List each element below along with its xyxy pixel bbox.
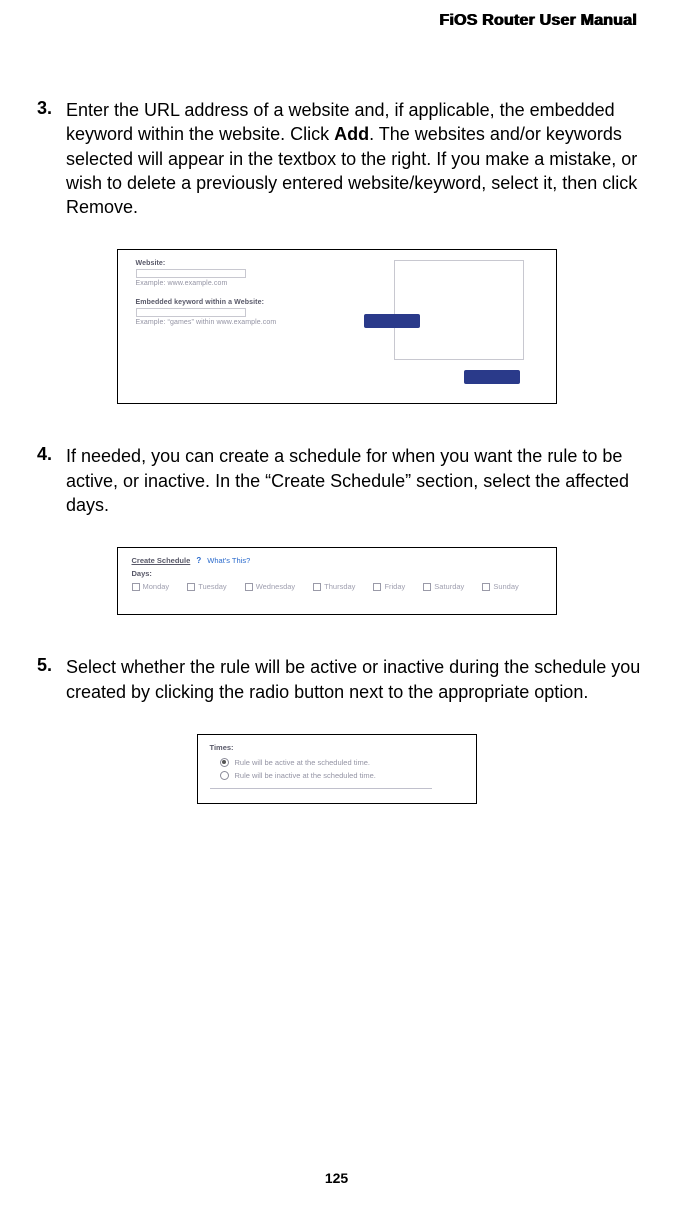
step-5: 5. Select whether the rule will be activ… <box>30 655 643 704</box>
checkbox-icon <box>132 583 140 591</box>
day-thursday[interactable]: Thursday <box>313 582 355 591</box>
day-wednesday[interactable]: Wednesday <box>245 582 295 591</box>
option-active[interactable]: Rule will be active at the scheduled tim… <box>220 758 466 767</box>
remove-button[interactable] <box>464 370 520 384</box>
instruction-list: 3. Enter the URL address of a website an… <box>30 98 643 804</box>
figure-create-schedule: Create Schedule ? What's This? Days: Mon… <box>117 547 557 615</box>
day-friday[interactable]: Friday <box>373 582 405 591</box>
checkbox-icon <box>373 583 381 591</box>
page-header: FiOS Router User Manual <box>30 12 643 30</box>
fig1-left-panel: Website: Example: www.example.com Embedd… <box>136 260 384 395</box>
figure-website-keyword: Website: Example: www.example.com Embedd… <box>117 249 557 404</box>
step-3-bold: Add <box>334 124 369 144</box>
help-icon[interactable]: ? <box>194 556 203 565</box>
day-label: Sunday <box>493 582 518 591</box>
day-saturday[interactable]: Saturday <box>423 582 464 591</box>
option-inactive[interactable]: Rule will be inactive at the scheduled t… <box>220 771 466 780</box>
option-inactive-label: Rule will be inactive at the scheduled t… <box>235 771 376 780</box>
add-button[interactable] <box>364 314 420 328</box>
day-sunday[interactable]: Sunday <box>482 582 518 591</box>
times-label: Times: <box>210 743 466 752</box>
day-label: Friday <box>384 582 405 591</box>
step-number: 4. <box>30 444 52 517</box>
day-label: Thursday <box>324 582 355 591</box>
day-label: Tuesday <box>198 582 227 591</box>
step-4: 4. If needed, you can create a schedule … <box>30 444 643 517</box>
keyword-input[interactable] <box>136 308 246 317</box>
website-label: Website: <box>136 260 384 267</box>
keyword-hint: Example: “games” within www.example.com <box>136 319 384 326</box>
step-number: 5. <box>30 655 52 704</box>
checkbox-icon <box>313 583 321 591</box>
checkbox-icon <box>482 583 490 591</box>
radio-icon <box>220 758 229 767</box>
day-label: Monday <box>143 582 170 591</box>
step-number: 3. <box>30 98 52 219</box>
step-text: Select whether the rule will be active o… <box>66 655 643 704</box>
day-monday[interactable]: Monday <box>132 582 170 591</box>
step-text: Enter the URL address of a website and, … <box>66 98 643 219</box>
selected-list[interactable] <box>394 260 524 360</box>
day-label: Wednesday <box>256 582 295 591</box>
divider <box>210 788 433 789</box>
schedule-title: Create Schedule <box>132 556 191 565</box>
days-row: Monday Tuesday Wednesday Thursday Friday… <box>132 582 546 591</box>
checkbox-icon <box>423 583 431 591</box>
option-active-label: Rule will be active at the scheduled tim… <box>235 758 371 767</box>
step-3: 3. Enter the URL address of a website an… <box>30 98 643 219</box>
step-text: If needed, you can create a schedule for… <box>66 444 643 517</box>
website-hint: Example: www.example.com <box>136 280 384 287</box>
keyword-label: Embedded keyword within a Website: <box>136 299 384 306</box>
page-number: 125 <box>0 1170 673 1186</box>
website-input[interactable] <box>136 269 246 278</box>
keyword-section: Embedded keyword within a Website: Examp… <box>136 299 384 326</box>
day-tuesday[interactable]: Tuesday <box>187 582 227 591</box>
figure-times: Times: Rule will be active at the schedu… <box>197 734 477 804</box>
checkbox-icon <box>245 583 253 591</box>
radio-icon <box>220 771 229 780</box>
day-label: Saturday <box>434 582 464 591</box>
schedule-title-row: Create Schedule ? What's This? <box>132 556 546 565</box>
website-section: Website: Example: www.example.com <box>136 260 384 287</box>
days-label: Days: <box>132 569 546 578</box>
help-link[interactable]: What's This? <box>207 556 250 565</box>
checkbox-icon <box>187 583 195 591</box>
